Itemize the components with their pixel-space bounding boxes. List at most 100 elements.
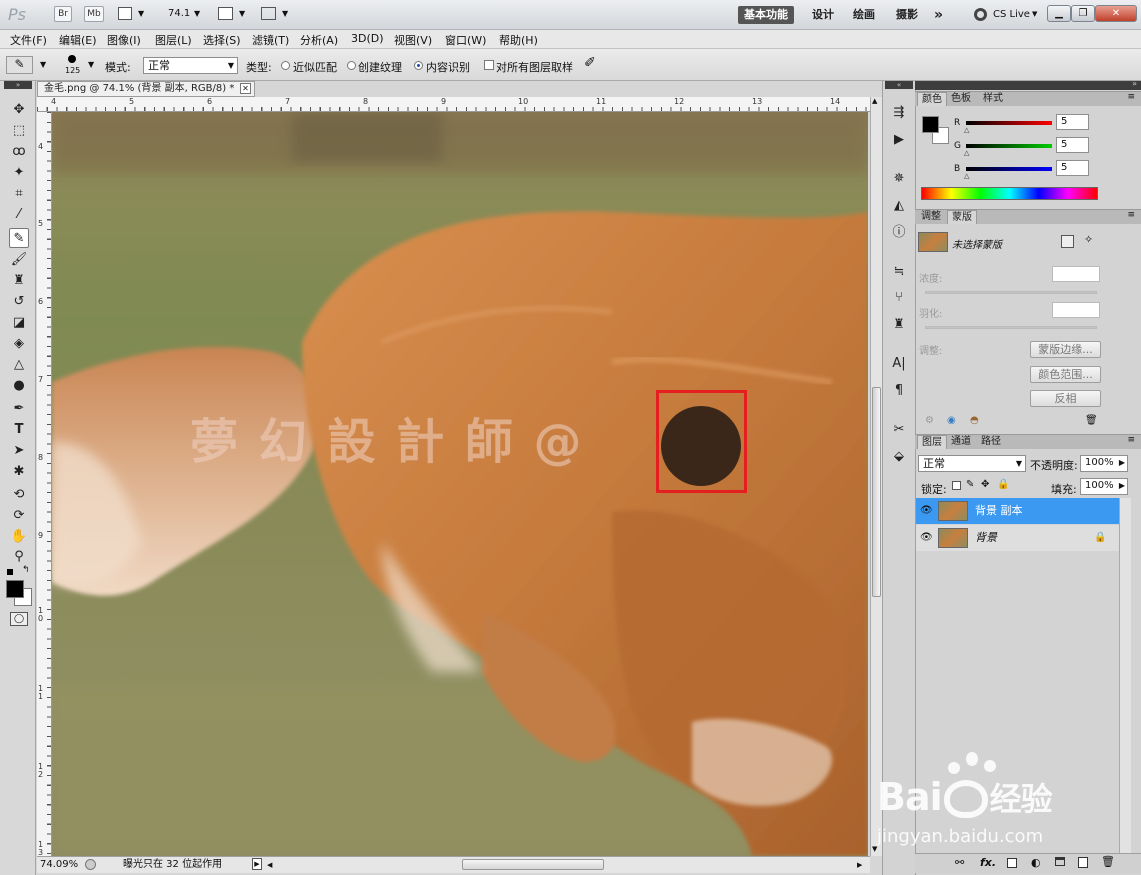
scroll-up-icon[interactable]: ▲	[872, 97, 877, 105]
menu-3d[interactable]: 3D(D)	[351, 32, 384, 45]
collapse-tools-icon[interactable]: »	[4, 81, 32, 89]
workspace-painting[interactable]: 绘画	[853, 6, 875, 24]
link-layers-icon[interactable]: ⚯	[955, 856, 964, 869]
document-tab[interactable]: 金毛.png @ 74.1% (背景 副本, RGB/8) * ✕	[37, 81, 255, 97]
status-info-icon[interactable]	[85, 859, 96, 870]
chevron-down-icon[interactable]: ▼	[1032, 10, 1037, 18]
tool-preset-picker[interactable]: ✎	[6, 56, 33, 74]
lock-all-icon[interactable]: 🔒	[997, 479, 1009, 490]
chevron-down-icon[interactable]: ▼	[282, 9, 288, 18]
slider-handle-icon[interactable]: △	[964, 172, 969, 180]
tool-presets-icon[interactable]: ✂	[890, 421, 908, 439]
feather-field[interactable]	[1052, 302, 1100, 318]
history-brush-tool-icon[interactable]: ↺	[9, 292, 29, 312]
clone-source-icon[interactable]: ♜	[890, 316, 908, 334]
menu-image[interactable]: 图像(I)	[107, 32, 141, 48]
workspace-design[interactable]: 设计	[812, 6, 834, 24]
workspace-essentials[interactable]: 基本功能	[738, 6, 794, 24]
red-slider[interactable]	[966, 121, 1052, 125]
actions-panel-icon[interactable]: ▶	[890, 131, 908, 149]
menu-edit[interactable]: 编辑(E)	[59, 32, 97, 48]
cs-live-button[interactable]: CS Live	[993, 9, 1030, 20]
cs-live-icon[interactable]	[974, 8, 987, 21]
3d-panel-icon[interactable]: ⬙	[890, 448, 908, 466]
invert-button[interactable]: 反相	[1030, 390, 1101, 407]
more-workspaces-button[interactable]: »	[934, 6, 943, 24]
lock-transparent-icon[interactable]	[952, 481, 961, 490]
dodge-tool-icon[interactable]: ●	[9, 376, 29, 396]
panel-menu-icon[interactable]: ≡	[1127, 92, 1135, 102]
marquee-tool-icon[interactable]: ⬚	[9, 121, 29, 141]
red-value[interactable]: 5	[1056, 114, 1089, 130]
horizontal-scroll-thumb[interactable]	[462, 859, 604, 870]
delete-layer-icon[interactable]: 🗑	[1101, 855, 1115, 868]
history-panel-icon[interactable]: ⇶	[890, 104, 908, 122]
3d-orbit-tool-icon[interactable]: ⟳	[9, 506, 29, 526]
tab-color[interactable]: 颜色	[917, 92, 947, 106]
histogram-panel-icon[interactable]: ◭	[890, 197, 908, 215]
slider-handle-icon[interactable]: △	[964, 126, 969, 134]
chevron-down-icon[interactable]: ▼	[239, 9, 245, 18]
tab-channels[interactable]: 通道	[947, 435, 975, 449]
density-slider[interactable]	[925, 291, 1097, 294]
eraser-tool-icon[interactable]: ◪	[9, 313, 29, 333]
type-radio-proximity[interactable]	[281, 61, 290, 70]
fill-field[interactable]: 100% ▶	[1080, 478, 1128, 495]
eyedropper-tool-icon[interactable]: ⁄	[9, 205, 29, 225]
lasso-tool-icon[interactable]: ꝏ	[9, 142, 29, 162]
default-colors-icon[interactable]	[7, 569, 13, 575]
tab-swatches[interactable]: 色板	[947, 92, 975, 106]
status-menu-arrow-icon[interactable]: ▶	[252, 858, 262, 870]
collapse-dock-icon[interactable]: «	[885, 81, 913, 89]
menu-layer[interactable]: 图层(L)	[155, 32, 192, 48]
view-extras-icon[interactable]	[118, 7, 132, 20]
adjustment-layer-icon[interactable]: ◐	[1031, 856, 1041, 869]
move-tool-icon[interactable]: ✥	[9, 100, 29, 120]
screen-mode-icon[interactable]	[261, 7, 276, 20]
color-spectrum-bar[interactable]	[921, 187, 1098, 200]
crop-tool-icon[interactable]: ⌗	[9, 184, 29, 204]
blue-slider[interactable]	[966, 167, 1052, 171]
mini-bridge-button[interactable]: Mb	[84, 6, 104, 22]
type-radio-content-aware[interactable]	[414, 61, 423, 70]
tab-styles[interactable]: 样式	[979, 92, 1007, 106]
apply-mask-icon[interactable]: ◉	[947, 415, 956, 426]
color-range-button[interactable]: 颜色范围...	[1030, 366, 1101, 383]
delete-mask-icon[interactable]: 🗑	[1085, 415, 1098, 426]
collapse-panels-icon[interactable]: »	[1132, 79, 1137, 88]
eye-icon[interactable]: 👁	[920, 532, 933, 544]
mask-edge-button[interactable]: 蒙版边缘...	[1030, 341, 1101, 358]
paint-bucket-tool-icon[interactable]: ◈	[9, 334, 29, 354]
navigator-panel-icon[interactable]: ✵	[890, 170, 908, 188]
scroll-left-icon[interactable]: ◀	[267, 858, 272, 873]
vertical-scrollbar[interactable]: ▲ ▼	[870, 97, 882, 856]
brush-tip-icon[interactable]	[68, 55, 76, 63]
menu-select[interactable]: 选择(S)	[203, 32, 241, 48]
layer-row-background-copy[interactable]: 👁 背景 副本	[916, 498, 1119, 524]
blue-value[interactable]: 5	[1056, 160, 1089, 176]
chevron-down-icon[interactable]: ▼	[194, 9, 200, 18]
chevron-down-icon[interactable]: ▼	[88, 60, 94, 69]
brush-tool-icon[interactable]: 🖌	[9, 250, 29, 270]
menu-file[interactable]: 文件(F)	[10, 32, 47, 48]
blur-tool-icon[interactable]: △	[9, 355, 29, 375]
brush-panel-icon[interactable]: ⑂	[890, 289, 908, 307]
sample-all-layers-checkbox[interactable]	[484, 60, 494, 70]
tab-layers[interactable]: 图层	[917, 435, 947, 449]
clone-stamp-tool-icon[interactable]: ♜	[9, 271, 29, 291]
character-panel-icon[interactable]: A|	[890, 355, 908, 373]
tab-adjustments[interactable]: 调整	[917, 210, 945, 224]
lock-image-icon[interactable]: ✎	[966, 479, 974, 490]
shape-tool-icon[interactable]: ✱	[9, 462, 29, 482]
workspace-photography[interactable]: 摄影	[896, 6, 918, 24]
arrange-documents-icon[interactable]	[218, 7, 233, 20]
close-document-icon[interactable]: ✕	[240, 83, 251, 94]
panel-menu-icon[interactable]: ≡	[1127, 210, 1135, 220]
maximize-button[interactable]: ❐	[1071, 5, 1095, 22]
hand-tool-icon[interactable]: ✋	[9, 527, 29, 547]
tab-paths[interactable]: 路径	[977, 435, 1005, 449]
menu-window[interactable]: 窗口(W)	[445, 32, 486, 48]
info-panel-icon[interactable]: ⓘ	[890, 224, 908, 242]
quick-selection-tool-icon[interactable]: ✦	[9, 163, 29, 183]
vertical-scroll-thumb[interactable]	[872, 387, 881, 597]
